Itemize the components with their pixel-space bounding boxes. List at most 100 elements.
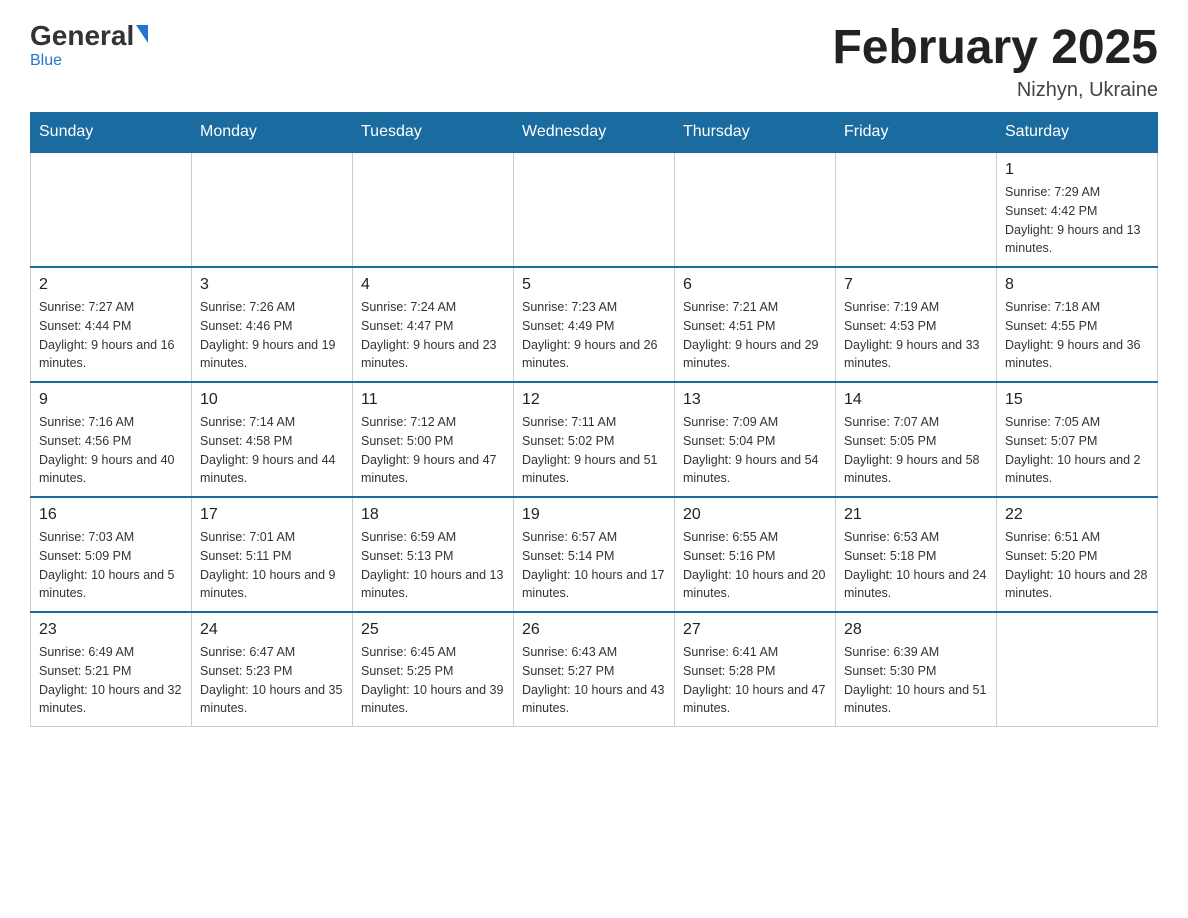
day-number: 15 [1005,391,1149,409]
day-number: 26 [522,621,666,639]
calendar-cell: 6Sunrise: 7:21 AMSunset: 4:51 PMDaylight… [675,267,836,382]
day-number: 22 [1005,506,1149,524]
weekday-header-sunday: Sunday [31,113,192,153]
calendar-cell: 1 Sunrise: 7:29 AMSunset: 4:42 PMDaylight… [997,152,1158,267]
calendar-cell: 16Sunrise: 7:03 AMSunset: 5:09 PMDayligh… [31,497,192,612]
day-info: Sunrise: 7:03 AMSunset: 5:09 PMDaylight:… [39,528,183,603]
calendar-cell: 9 Sunrise: 7:16 AMSunset: 4:56 PMDaylight… [31,382,192,497]
calendar-week-row: 16Sunrise: 7:03 AMSunset: 5:09 PMDayligh… [31,497,1158,612]
day-number: 2 [39,276,183,294]
day-number: 25 [361,621,505,639]
day-number: 20 [683,506,827,524]
day-number: 5 [522,276,666,294]
day-number: 12 [522,391,666,409]
calendar-week-row: 9 Sunrise: 7:16 AMSunset: 4:56 PMDaylight… [31,382,1158,497]
calendar-cell [997,612,1158,727]
day-info: Sunrise: 6:55 AMSunset: 5:16 PMDaylight:… [683,528,827,603]
day-number: 8 [1005,276,1149,294]
weekday-header-saturday: Saturday [997,113,1158,153]
month-title: February 2025 [832,20,1158,75]
logo: General Blue [30,20,148,70]
day-info: Sunrise: 7:23 AMSunset: 4:49 PMDaylight:… [522,298,666,373]
calendar-cell: 21Sunrise: 6:53 AMSunset: 5:18 PMDayligh… [836,497,997,612]
day-info: Sunrise: 7:29 AMSunset: 4:42 PMDaylight:… [1005,183,1149,258]
day-number: 10 [200,391,344,409]
day-info: Sunrise: 6:47 AMSunset: 5:23 PMDaylight:… [200,643,344,718]
calendar-cell: 2 Sunrise: 7:27 AMSunset: 4:44 PMDaylight… [31,267,192,382]
day-number: 1 [1005,161,1149,179]
day-info: Sunrise: 6:43 AMSunset: 5:27 PMDaylight:… [522,643,666,718]
weekday-header-monday: Monday [192,113,353,153]
weekday-header-row: SundayMondayTuesdayWednesdayThursdayFrid… [31,113,1158,153]
day-number: 7 [844,276,988,294]
day-number: 17 [200,506,344,524]
day-number: 11 [361,391,505,409]
day-info: Sunrise: 7:27 AMSunset: 4:44 PMDaylight:… [39,298,183,373]
calendar-cell: 25 Sunrise: 6:45 AMSunset: 5:25 PMDayligh… [353,612,514,727]
location-label: Nizhyn, Ukraine [832,79,1158,102]
weekday-header-wednesday: Wednesday [514,113,675,153]
day-number: 9 [39,391,183,409]
weekday-header-tuesday: Tuesday [353,113,514,153]
calendar-cell: 23 Sunrise: 6:49 AMSunset: 5:21 PMDayligh… [31,612,192,727]
day-number: 21 [844,506,988,524]
calendar-cell: 28Sunrise: 6:39 AMSunset: 5:30 PMDayligh… [836,612,997,727]
day-info: Sunrise: 7:05 AMSunset: 5:07 PMDaylight:… [1005,413,1149,488]
day-info: Sunrise: 7:14 AMSunset: 4:58 PMDaylight:… [200,413,344,488]
logo-triangle-icon [136,25,148,43]
calendar-cell: 13Sunrise: 7:09 AMSunset: 5:04 PMDayligh… [675,382,836,497]
day-info: Sunrise: 7:09 AMSunset: 5:04 PMDaylight:… [683,413,827,488]
calendar-cell: 15 Sunrise: 7:05 AMSunset: 5:07 PMDayligh… [997,382,1158,497]
calendar-cell: 3 Sunrise: 7:26 AMSunset: 4:46 PMDaylight… [192,267,353,382]
calendar-cell [836,152,997,267]
logo-general-text: General [30,20,134,52]
calendar-cell: 19 Sunrise: 6:57 AMSunset: 5:14 PMDayligh… [514,497,675,612]
day-info: Sunrise: 6:57 AMSunset: 5:14 PMDaylight:… [522,528,666,603]
day-info: Sunrise: 6:45 AMSunset: 5:25 PMDaylight:… [361,643,505,718]
day-info: Sunrise: 7:01 AMSunset: 5:11 PMDaylight:… [200,528,344,603]
day-info: Sunrise: 6:51 AMSunset: 5:20 PMDaylight:… [1005,528,1149,603]
calendar-week-row: 23 Sunrise: 6:49 AMSunset: 5:21 PMDayligh… [31,612,1158,727]
calendar-cell: 26 Sunrise: 6:43 AMSunset: 5:27 PMDayligh… [514,612,675,727]
calendar-cell: 8 Sunrise: 7:18 AMSunset: 4:55 PMDaylight… [997,267,1158,382]
day-info: Sunrise: 7:26 AMSunset: 4:46 PMDaylight:… [200,298,344,373]
calendar-cell: 7 Sunrise: 7:19 AMSunset: 4:53 PMDaylight… [836,267,997,382]
page-header: General Blue February 2025 Nizhyn, Ukrai… [30,20,1158,102]
day-info: Sunrise: 7:19 AMSunset: 4:53 PMDaylight:… [844,298,988,373]
day-number: 4 [361,276,505,294]
day-number: 28 [844,621,988,639]
day-number: 24 [200,621,344,639]
calendar-cell: 12 Sunrise: 7:11 AMSunset: 5:02 PMDayligh… [514,382,675,497]
calendar-cell [192,152,353,267]
day-number: 18 [361,506,505,524]
day-info: Sunrise: 7:18 AMSunset: 4:55 PMDaylight:… [1005,298,1149,373]
day-number: 23 [39,621,183,639]
calendar-cell: 20 Sunrise: 6:55 AMSunset: 5:16 PMDayligh… [675,497,836,612]
day-number: 27 [683,621,827,639]
day-info: Sunrise: 7:12 AMSunset: 5:00 PMDaylight:… [361,413,505,488]
calendar-cell [31,152,192,267]
calendar-week-row: 2 Sunrise: 7:27 AMSunset: 4:44 PMDaylight… [31,267,1158,382]
day-number: 6 [683,276,827,294]
day-info: Sunrise: 7:16 AMSunset: 4:56 PMDaylight:… [39,413,183,488]
weekday-header-thursday: Thursday [675,113,836,153]
day-number: 3 [200,276,344,294]
day-number: 19 [522,506,666,524]
calendar-cell [675,152,836,267]
calendar-cell: 4Sunrise: 7:24 AMSunset: 4:47 PMDaylight… [353,267,514,382]
day-info: Sunrise: 7:11 AMSunset: 5:02 PMDaylight:… [522,413,666,488]
day-info: Sunrise: 6:41 AMSunset: 5:28 PMDaylight:… [683,643,827,718]
calendar-table: SundayMondayTuesdayWednesdayThursdayFrid… [30,112,1158,727]
day-info: Sunrise: 6:49 AMSunset: 5:21 PMDaylight:… [39,643,183,718]
calendar-cell: 11 Sunrise: 7:12 AMSunset: 5:00 PMDayligh… [353,382,514,497]
calendar-cell: 22 Sunrise: 6:51 AMSunset: 5:20 PMDayligh… [997,497,1158,612]
title-section: February 2025 Nizhyn, Ukraine [832,20,1158,102]
calendar-cell [514,152,675,267]
calendar-cell [353,152,514,267]
calendar-week-row: 1 Sunrise: 7:29 AMSunset: 4:42 PMDaylight… [31,152,1158,267]
logo-blue-text: Blue [30,52,62,70]
calendar-cell: 14Sunrise: 7:07 AMSunset: 5:05 PMDayligh… [836,382,997,497]
calendar-cell: 24 Sunrise: 6:47 AMSunset: 5:23 PMDayligh… [192,612,353,727]
day-info: Sunrise: 7:07 AMSunset: 5:05 PMDaylight:… [844,413,988,488]
calendar-cell: 5 Sunrise: 7:23 AMSunset: 4:49 PMDaylight… [514,267,675,382]
